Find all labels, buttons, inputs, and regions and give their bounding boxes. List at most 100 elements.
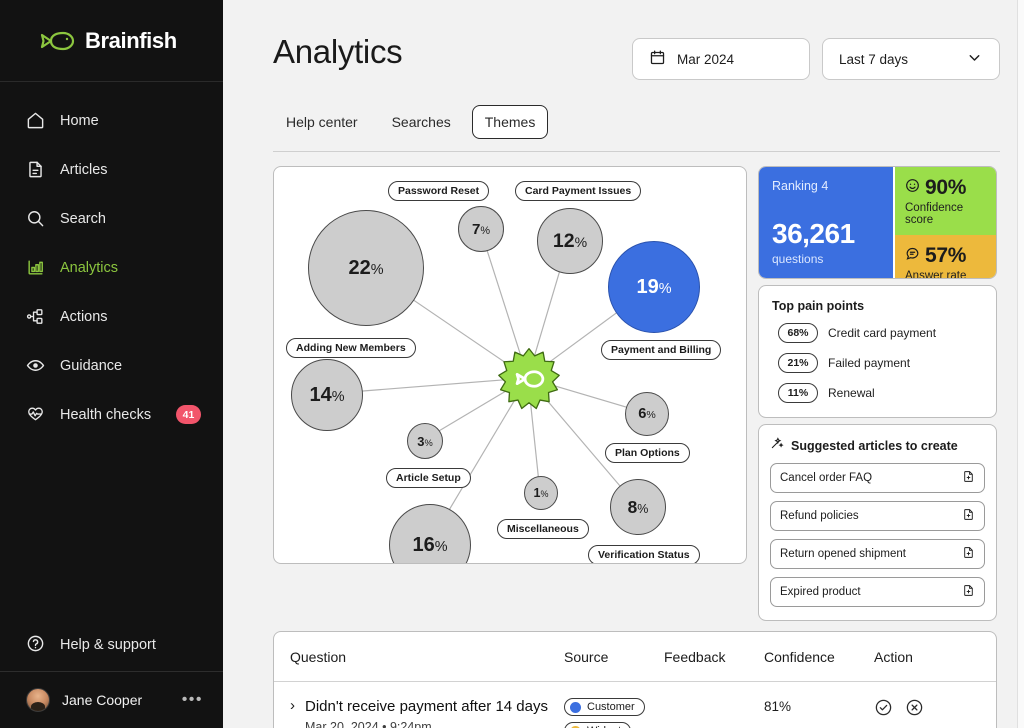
reject-icon[interactable] xyxy=(905,698,924,722)
column-header-action: Action xyxy=(874,648,913,665)
content-area: 22% Adding New Members 7% Password Reset 12%… xyxy=(273,166,1000,621)
bubble-node[interactable]: 14% xyxy=(291,359,363,431)
bubble-node[interactable]: 12% xyxy=(537,208,603,274)
tab-help-center[interactable]: Help center xyxy=(273,105,371,139)
table-header-row: Question Source Feedback Confidence Acti… xyxy=(274,632,996,682)
pain-point-name: Failed payment xyxy=(828,356,911,370)
sidebar-item-label: Search xyxy=(60,210,106,227)
sidebar: Brainfish Home Articles Search Analytics… xyxy=(0,0,223,728)
source-label: Customer xyxy=(587,701,635,713)
bubble-node[interactable]: 6% xyxy=(625,392,669,436)
suggested-article-item[interactable]: Refund policies xyxy=(770,501,985,531)
question-circle-icon xyxy=(26,634,45,657)
pain-point-pct: 68% xyxy=(778,323,818,343)
ellipsis-icon[interactable]: ••• xyxy=(182,691,203,709)
new-document-icon[interactable] xyxy=(962,470,975,486)
suggested-article-label: Expired product xyxy=(780,586,861,598)
sidebar-item-help-support[interactable]: Help & support xyxy=(0,619,223,671)
sidebar-item-analytics[interactable]: Analytics xyxy=(0,243,223,292)
confidence-score-value: 90% xyxy=(925,176,967,199)
bubble-label: Article Setup xyxy=(386,468,471,488)
bubble-node[interactable]: 7% xyxy=(458,206,504,252)
bubble-node[interactable]: 22% xyxy=(308,210,424,326)
date-picker-label: Mar 2024 xyxy=(677,51,735,67)
bubble-node[interactable]: 8% xyxy=(610,479,666,535)
suggested-article-item[interactable]: Expired product xyxy=(770,577,985,607)
bubble-value: 1% xyxy=(533,486,549,500)
pain-point-name: Renewal xyxy=(828,386,875,400)
tab-divider xyxy=(273,151,1000,152)
bubble-value: 7% xyxy=(471,220,491,238)
pain-point-name: Credit card payment xyxy=(828,326,937,340)
sidebar-item-guidance[interactable]: Guidance xyxy=(0,341,223,390)
sidebar-item-search[interactable]: Search xyxy=(0,194,223,243)
home-icon xyxy=(26,111,45,130)
suggested-article-item[interactable]: Return opened shipment xyxy=(770,539,985,569)
new-document-icon[interactable] xyxy=(962,508,975,524)
range-select-button[interactable]: Last 7 days xyxy=(822,38,1000,80)
sidebar-item-label: Analytics xyxy=(60,259,119,276)
pain-point-pct: 21% xyxy=(778,353,818,373)
question-text: Didn't receive payment after 14 days xyxy=(305,698,548,715)
table-cell-action xyxy=(874,698,996,722)
suggested-articles-title: Suggested articles to create xyxy=(791,438,958,453)
workflow-icon xyxy=(26,307,45,326)
stats-summary-card: Ranking 4 36,261 questions 90% Confidenc… xyxy=(758,166,997,279)
suggested-articles-card: Suggested articles to create Cancel orde… xyxy=(758,424,997,621)
bubble-label: Password Reset xyxy=(388,181,490,201)
fish-burst-icon xyxy=(498,347,560,410)
status-badge: 41 xyxy=(176,405,201,424)
questions-unit: questions xyxy=(772,252,824,266)
table-cell-question: › Didn't receive payment after 14 days M… xyxy=(274,697,564,728)
confidence-value: 81% xyxy=(764,699,792,714)
column-header-question: Question xyxy=(290,648,347,665)
table-cell-confidence: 81% xyxy=(764,698,874,716)
chat-bubble-icon xyxy=(905,246,920,266)
expand-chevron-icon[interactable]: › xyxy=(290,697,295,728)
source-color-dot xyxy=(570,701,581,713)
answer-rate-value: 57% xyxy=(925,244,967,267)
window-right-edge xyxy=(1017,0,1024,728)
answer-rate-tile: 57% Answer rate xyxy=(895,235,996,278)
suggested-article-label: Return opened shipment xyxy=(780,548,906,560)
new-document-icon[interactable] xyxy=(962,584,975,600)
document-icon xyxy=(26,160,45,179)
sidebar-footer: Help & support Jane Cooper ••• xyxy=(0,619,223,728)
ranking-box: Ranking 4 36,261 questions xyxy=(759,167,893,278)
sidebar-item-label: Health checks xyxy=(60,406,152,423)
question-timestamp: Mar 20, 2024 • 9:24pm xyxy=(305,720,432,728)
bubble-node[interactable]: 1% xyxy=(524,476,558,510)
brand-name: Brainfish xyxy=(85,27,177,53)
user-profile-row[interactable]: Jane Cooper ••• xyxy=(0,671,223,728)
sidebar-item-health-checks[interactable]: Health checks 41 xyxy=(0,390,223,439)
sidebar-item-actions[interactable]: Actions xyxy=(0,292,223,341)
bubble-value: 3% xyxy=(417,433,433,449)
sidebar-item-articles[interactable]: Articles xyxy=(0,145,223,194)
pain-point-row: 68% Credit card payment xyxy=(772,323,983,343)
suggested-article-label: Cancel order FAQ xyxy=(780,472,873,484)
tab-themes[interactable]: Themes xyxy=(471,105,549,139)
date-picker-button[interactable]: Mar 2024 xyxy=(632,38,810,80)
questions-count: 36,261 xyxy=(772,218,855,249)
approve-icon[interactable] xyxy=(874,698,893,722)
suggested-article-item[interactable]: Cancel order FAQ xyxy=(770,463,985,493)
hub-node[interactable] xyxy=(496,346,562,412)
main-content: Analytics Mar 2024 Last 7 days Help cent… xyxy=(223,0,1024,728)
stat-tiles: 90% Confidence score 57% Answer rate xyxy=(893,167,996,278)
table-row[interactable]: › Didn't receive payment after 14 days M… xyxy=(274,682,996,728)
tab-searches[interactable]: Searches xyxy=(379,105,464,139)
sidebar-item-home[interactable]: Home xyxy=(0,96,223,145)
bubble-node[interactable]: 3% xyxy=(407,423,443,459)
insights-column: Ranking 4 36,261 questions 90% Confidenc… xyxy=(758,166,997,621)
sparkle-wand-icon xyxy=(770,436,784,455)
chevron-down-icon xyxy=(966,49,983,69)
column-header-feedback: Feedback xyxy=(664,648,726,665)
eye-icon xyxy=(26,356,45,375)
bubble-node[interactable]: 19% xyxy=(608,241,700,333)
tab-bar: Help center Searches Themes xyxy=(273,105,1000,139)
ranking-label: Ranking 4 xyxy=(772,179,829,193)
new-document-icon[interactable] xyxy=(962,546,975,562)
table-cell-source: Customer Widget xyxy=(564,698,664,728)
brand-header[interactable]: Brainfish xyxy=(0,0,223,82)
bubble-value: 19% xyxy=(636,275,672,298)
